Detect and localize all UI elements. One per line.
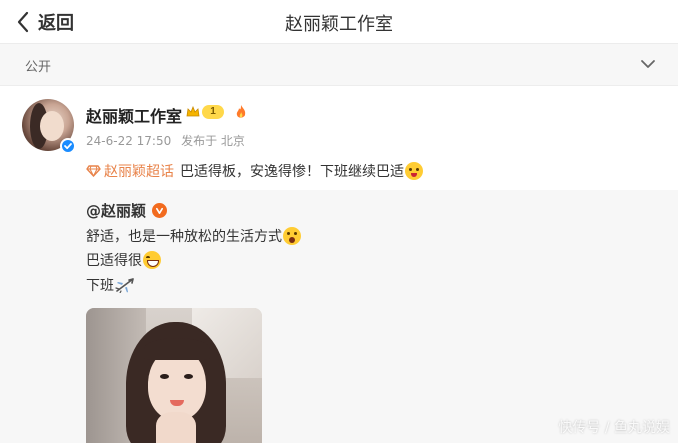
chevron-left-icon bbox=[17, 11, 29, 33]
level-badge: 1 bbox=[202, 105, 224, 119]
repost-line-text: 下班 bbox=[86, 278, 114, 294]
flame-icon bbox=[236, 105, 246, 118]
post-meta: 24-6-22 17:50 发布于 北京 bbox=[86, 132, 245, 149]
visibility-label: 公开 bbox=[25, 60, 52, 75]
page-title: 赵丽颖工作室 bbox=[285, 14, 393, 35]
supertopic-link[interactable]: 赵丽颖超话 bbox=[104, 161, 174, 181]
chevron-down-icon bbox=[641, 60, 655, 68]
top-nav-bar: 返回 赵丽颖工作室 bbox=[0, 0, 678, 44]
party-emoji-icon bbox=[405, 162, 423, 180]
photo-eye bbox=[160, 374, 169, 379]
wow-emoji-icon bbox=[283, 227, 301, 245]
vip-badge[interactable]: 1 bbox=[186, 104, 224, 120]
watermark: 快传号 / 鱼丸说娱 bbox=[558, 420, 670, 436]
photo-eye bbox=[184, 374, 193, 379]
repost-card[interactable]: @赵丽颖 舒适，也是一种放松的生活方式 巴适得很 下班 快传号 / 鱼丸说娱 bbox=[0, 190, 678, 443]
back-button[interactable]: 返回 bbox=[16, 8, 74, 36]
repost-author[interactable]: @赵丽颖 bbox=[86, 200, 168, 221]
post-timestamp: 24-6-22 17:50 bbox=[86, 134, 172, 148]
grin-emoji-icon bbox=[143, 251, 161, 269]
avatar-face bbox=[40, 111, 64, 141]
photo-hand bbox=[156, 412, 196, 443]
visibility-selector[interactable]: 公开 bbox=[0, 44, 678, 86]
orange-verified-icon bbox=[152, 203, 168, 218]
crown-icon bbox=[186, 106, 200, 117]
post-body-text: 巴适得板，安逸得惨！下班继续巴适 bbox=[180, 164, 404, 180]
repost-author-name: @赵丽颖 bbox=[86, 202, 147, 220]
repost-line: 巴适得很 bbox=[86, 250, 161, 270]
verified-icon bbox=[60, 138, 76, 154]
author-name[interactable]: 赵丽颖工作室 bbox=[86, 103, 182, 127]
repost-line: 下班 bbox=[86, 275, 135, 295]
supertopic-icon bbox=[86, 165, 101, 178]
repost-line: 舒适，也是一种放松的生活方式 bbox=[86, 226, 301, 246]
repost-line-text: 舒适，也是一种放松的生活方式 bbox=[86, 229, 282, 245]
back-label: 返回 bbox=[38, 13, 74, 34]
repost-photo[interactable] bbox=[86, 308, 262, 443]
photo-bangs bbox=[144, 338, 210, 360]
author-badges: 1 bbox=[186, 104, 248, 120]
post-location: 发布于 北京 bbox=[181, 134, 245, 148]
repost-line-text: 巴适得很 bbox=[86, 253, 142, 269]
airplane-emoji-icon bbox=[115, 278, 134, 293]
post-text: 赵丽颖超话 巴适得板，安逸得惨！下班继续巴适 bbox=[86, 161, 423, 181]
